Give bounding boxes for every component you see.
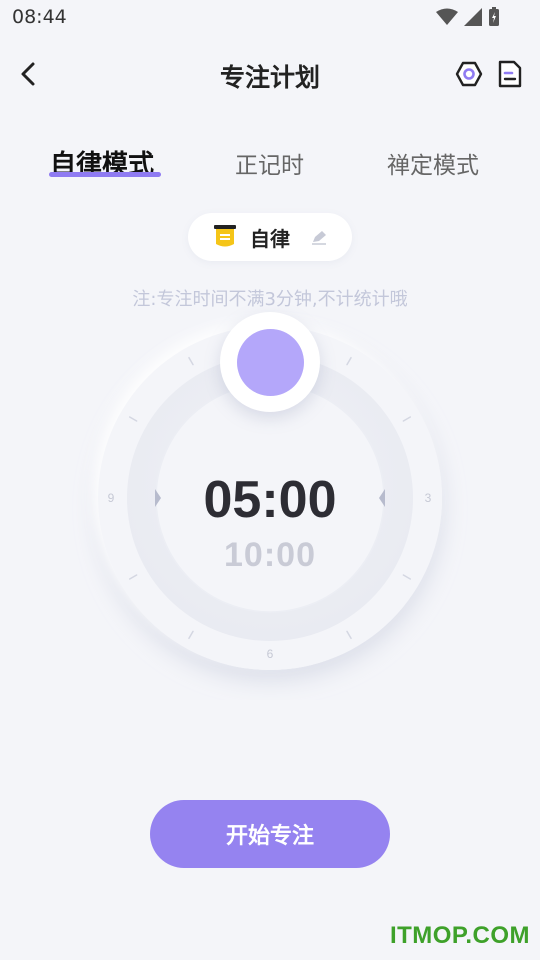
nav-bar: 专注计划 (0, 40, 540, 110)
tab-zen[interactable]: 禅定模式 (387, 146, 479, 180)
status-bar: 08:44 (0, 0, 540, 36)
mode-tabs: 自律模式 正记时 禅定模式 (0, 146, 540, 186)
hexagon-settings-icon (455, 61, 483, 87)
status-icons (436, 6, 500, 28)
current-duration: 05:00 (203, 471, 337, 529)
watermark: ITMOP.COM (389, 922, 530, 949)
next-duration: 10:00 (224, 536, 316, 574)
dial-knob-dot (236, 328, 304, 396)
signal-icon (464, 8, 482, 26)
edit-icon[interactable] (310, 229, 328, 245)
status-time: 08:44 (12, 6, 67, 28)
wifi-icon (436, 8, 458, 25)
mode-chip-label: 自律 (250, 226, 290, 251)
records-button[interactable] (494, 58, 526, 90)
dial-label-bottom: 6 (267, 647, 274, 661)
mode-selector-chip[interactable]: 自律 (188, 213, 352, 261)
notebook-icon (214, 225, 236, 247)
tab-active-indicator (49, 172, 161, 177)
document-icon (498, 60, 522, 88)
start-focus-button[interactable]: 开始专注 (150, 800, 390, 868)
battery-icon (489, 7, 499, 26)
settings-button[interactable] (453, 58, 485, 90)
tab-count-up[interactable]: 正记时 (235, 146, 304, 180)
dial-knob[interactable] (220, 312, 320, 412)
